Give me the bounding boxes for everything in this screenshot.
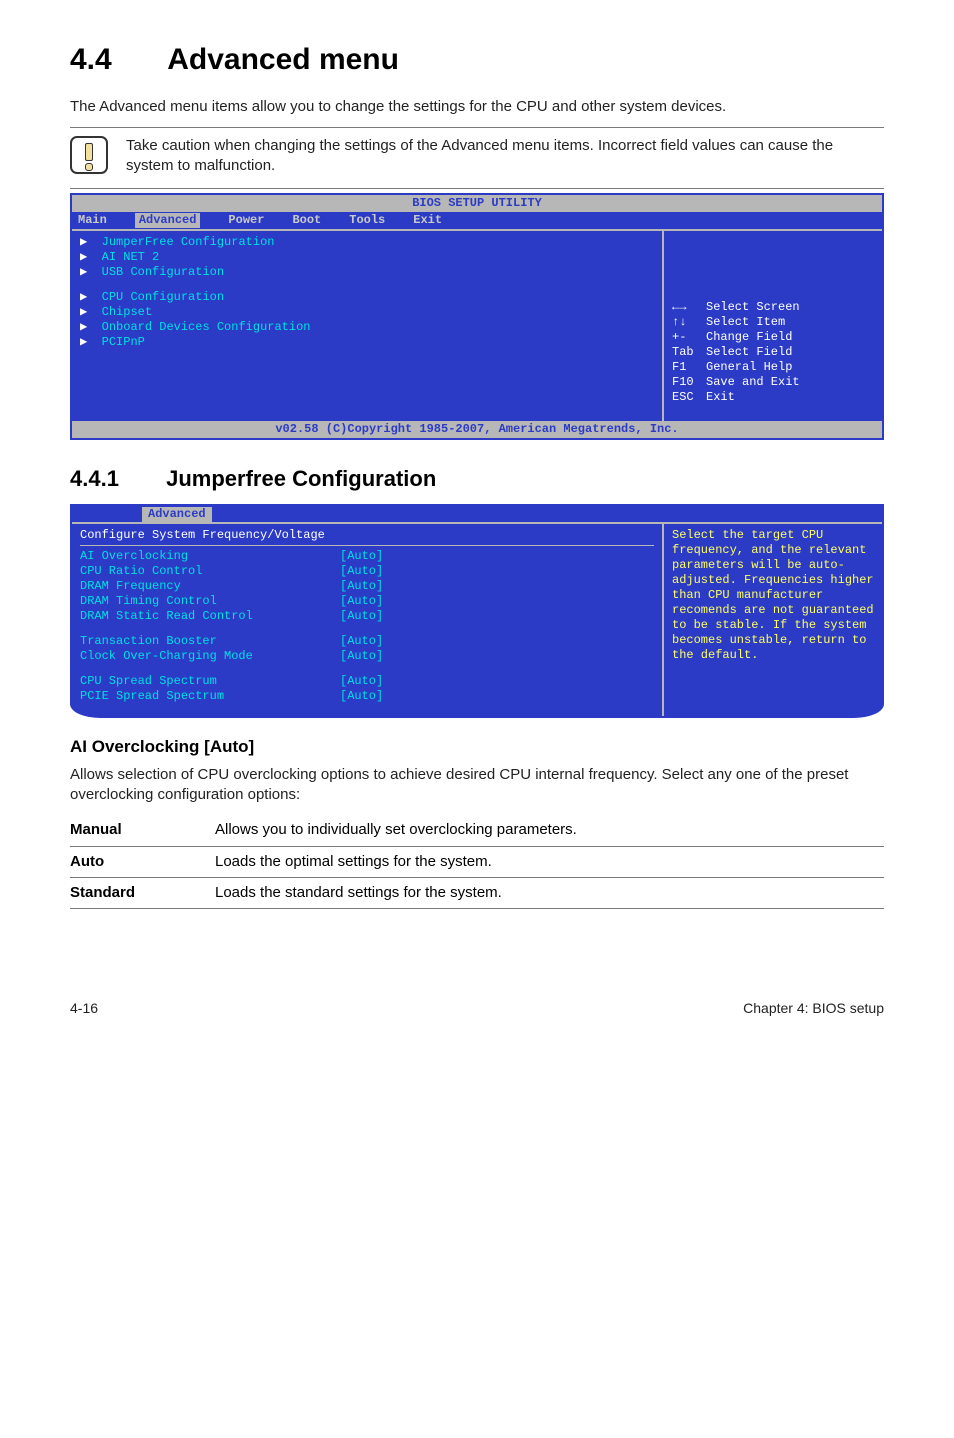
config-row: DRAM Timing Control[Auto] [80,594,654,609]
param-key: Standard [70,877,215,908]
page-footer: 4-16 Chapter 4: BIOS setup [70,999,884,1018]
menu-item: ▶ JumperFree Configuration [80,235,654,250]
menu-item: ▶ Onboard Devices Configuration [80,320,654,335]
config-row: Clock Over-Charging Mode[Auto] [80,649,654,664]
section-heading: 4.4 Advanced menu [70,40,884,81]
param-value: Loads the standard settings for the syst… [215,877,884,908]
config-row: DRAM Static Read Control[Auto] [80,609,654,624]
panel-title: Configure System Frequency/Voltage [80,528,654,546]
config-row: Transaction Booster[Auto] [80,634,654,649]
bios-config-panel: Configure System Frequency/Voltage AI Ov… [72,524,664,716]
bios-tab-advanced: Advanced [135,213,201,228]
caution-text: Take caution when changing the settings … [126,136,884,177]
bios-tab-tools: Tools [349,213,385,228]
triangle-icon: ▶ [80,265,102,279]
bios-setup-screenshot: BIOS SETUP UTILITY Main Advanced Power B… [70,193,884,440]
intro-paragraph: The Advanced menu items allow you to cha… [70,97,884,117]
ai-overclocking-text: Allows selection of CPU overclocking opt… [70,765,884,806]
ai-overclocking-heading: AI Overclocking [Auto] [70,736,884,759]
triangle-icon: ▶ [80,305,102,319]
bios-help-panel: ←→Select Screen ↑↓Select Item +-Change F… [664,231,882,421]
bios-tab-bar: Advanced [72,506,882,522]
help-line: ←→Select Screen [672,300,874,315]
table-row: Auto Loads the optimal settings for the … [70,846,884,877]
config-row: CPU Spread Spectrum[Auto] [80,674,654,689]
config-row: AI Overclocking[Auto] [80,549,654,564]
section-number: 4.4 [70,40,160,81]
triangle-icon: ▶ [80,320,102,334]
subsection-number: 4.4.1 [70,464,160,494]
bios-help-panel: Select the target CPU frequency, and the… [664,524,882,716]
triangle-icon: ▶ [80,235,102,249]
menu-item: ▶ AI NET 2 [80,250,654,265]
page-number: 4-16 [70,999,98,1018]
config-row: DRAM Frequency[Auto] [80,579,654,594]
bios-tab-bar: Main Advanced Power Boot Tools Exit [72,212,882,229]
help-line: F10Save and Exit [672,375,874,390]
menu-item: ▶ Chipset [80,305,654,320]
bios-menu-panel: ▶ JumperFree Configuration ▶ AI NET 2 ▶ … [72,231,664,421]
bios-tab-exit: Exit [413,213,442,228]
help-line: TabSelect Field [672,345,874,360]
help-line: ESCExit [672,390,874,405]
bios-title-bar: BIOS SETUP UTILITY [72,195,882,212]
bios-tab-boot: Boot [292,213,321,228]
param-key: Manual [70,815,215,846]
parameter-table: Manual Allows you to individually set ov… [70,815,884,909]
bios-tab-advanced: Advanced [142,507,212,522]
subsection-heading: 4.4.1 Jumperfree Configuration [70,464,884,494]
divider [70,127,884,128]
bios-footer: v02.58 (C)Copyright 1985-2007, American … [72,421,882,438]
section-title-text: Advanced menu [167,43,399,76]
table-row: Manual Allows you to individually set ov… [70,815,884,846]
bios-jumperfree-screenshot: Advanced Configure System Frequency/Volt… [70,504,884,718]
warning-icon [70,136,108,174]
help-line: ↑↓Select Item [672,315,874,330]
param-key: Auto [70,846,215,877]
help-text: Select the target CPU frequency, and the… [672,528,874,663]
triangle-icon: ▶ [80,335,102,349]
config-row: PCIE Spread Spectrum[Auto] [80,689,654,704]
config-row: CPU Ratio Control[Auto] [80,564,654,579]
triangle-icon: ▶ [80,250,102,264]
subsection-title-text: Jumperfree Configuration [166,466,436,491]
help-line: F1General Help [672,360,874,375]
param-value: Loads the optimal settings for the syste… [215,846,884,877]
caution-note: Take caution when changing the settings … [70,136,884,177]
help-line: +-Change Field [672,330,874,345]
param-value: Allows you to individually set overclock… [215,815,884,846]
table-row: Standard Loads the standard settings for… [70,877,884,908]
menu-item: ▶ CPU Configuration [80,290,654,305]
bios-tab-power: Power [228,213,264,228]
triangle-icon: ▶ [80,290,102,304]
chapter-label: Chapter 4: BIOS setup [743,999,884,1018]
bios-tab-main: Main [78,213,107,228]
menu-item: ▶ PCIPnP [80,335,654,350]
divider [70,188,884,189]
menu-item: ▶ USB Configuration [80,265,654,280]
